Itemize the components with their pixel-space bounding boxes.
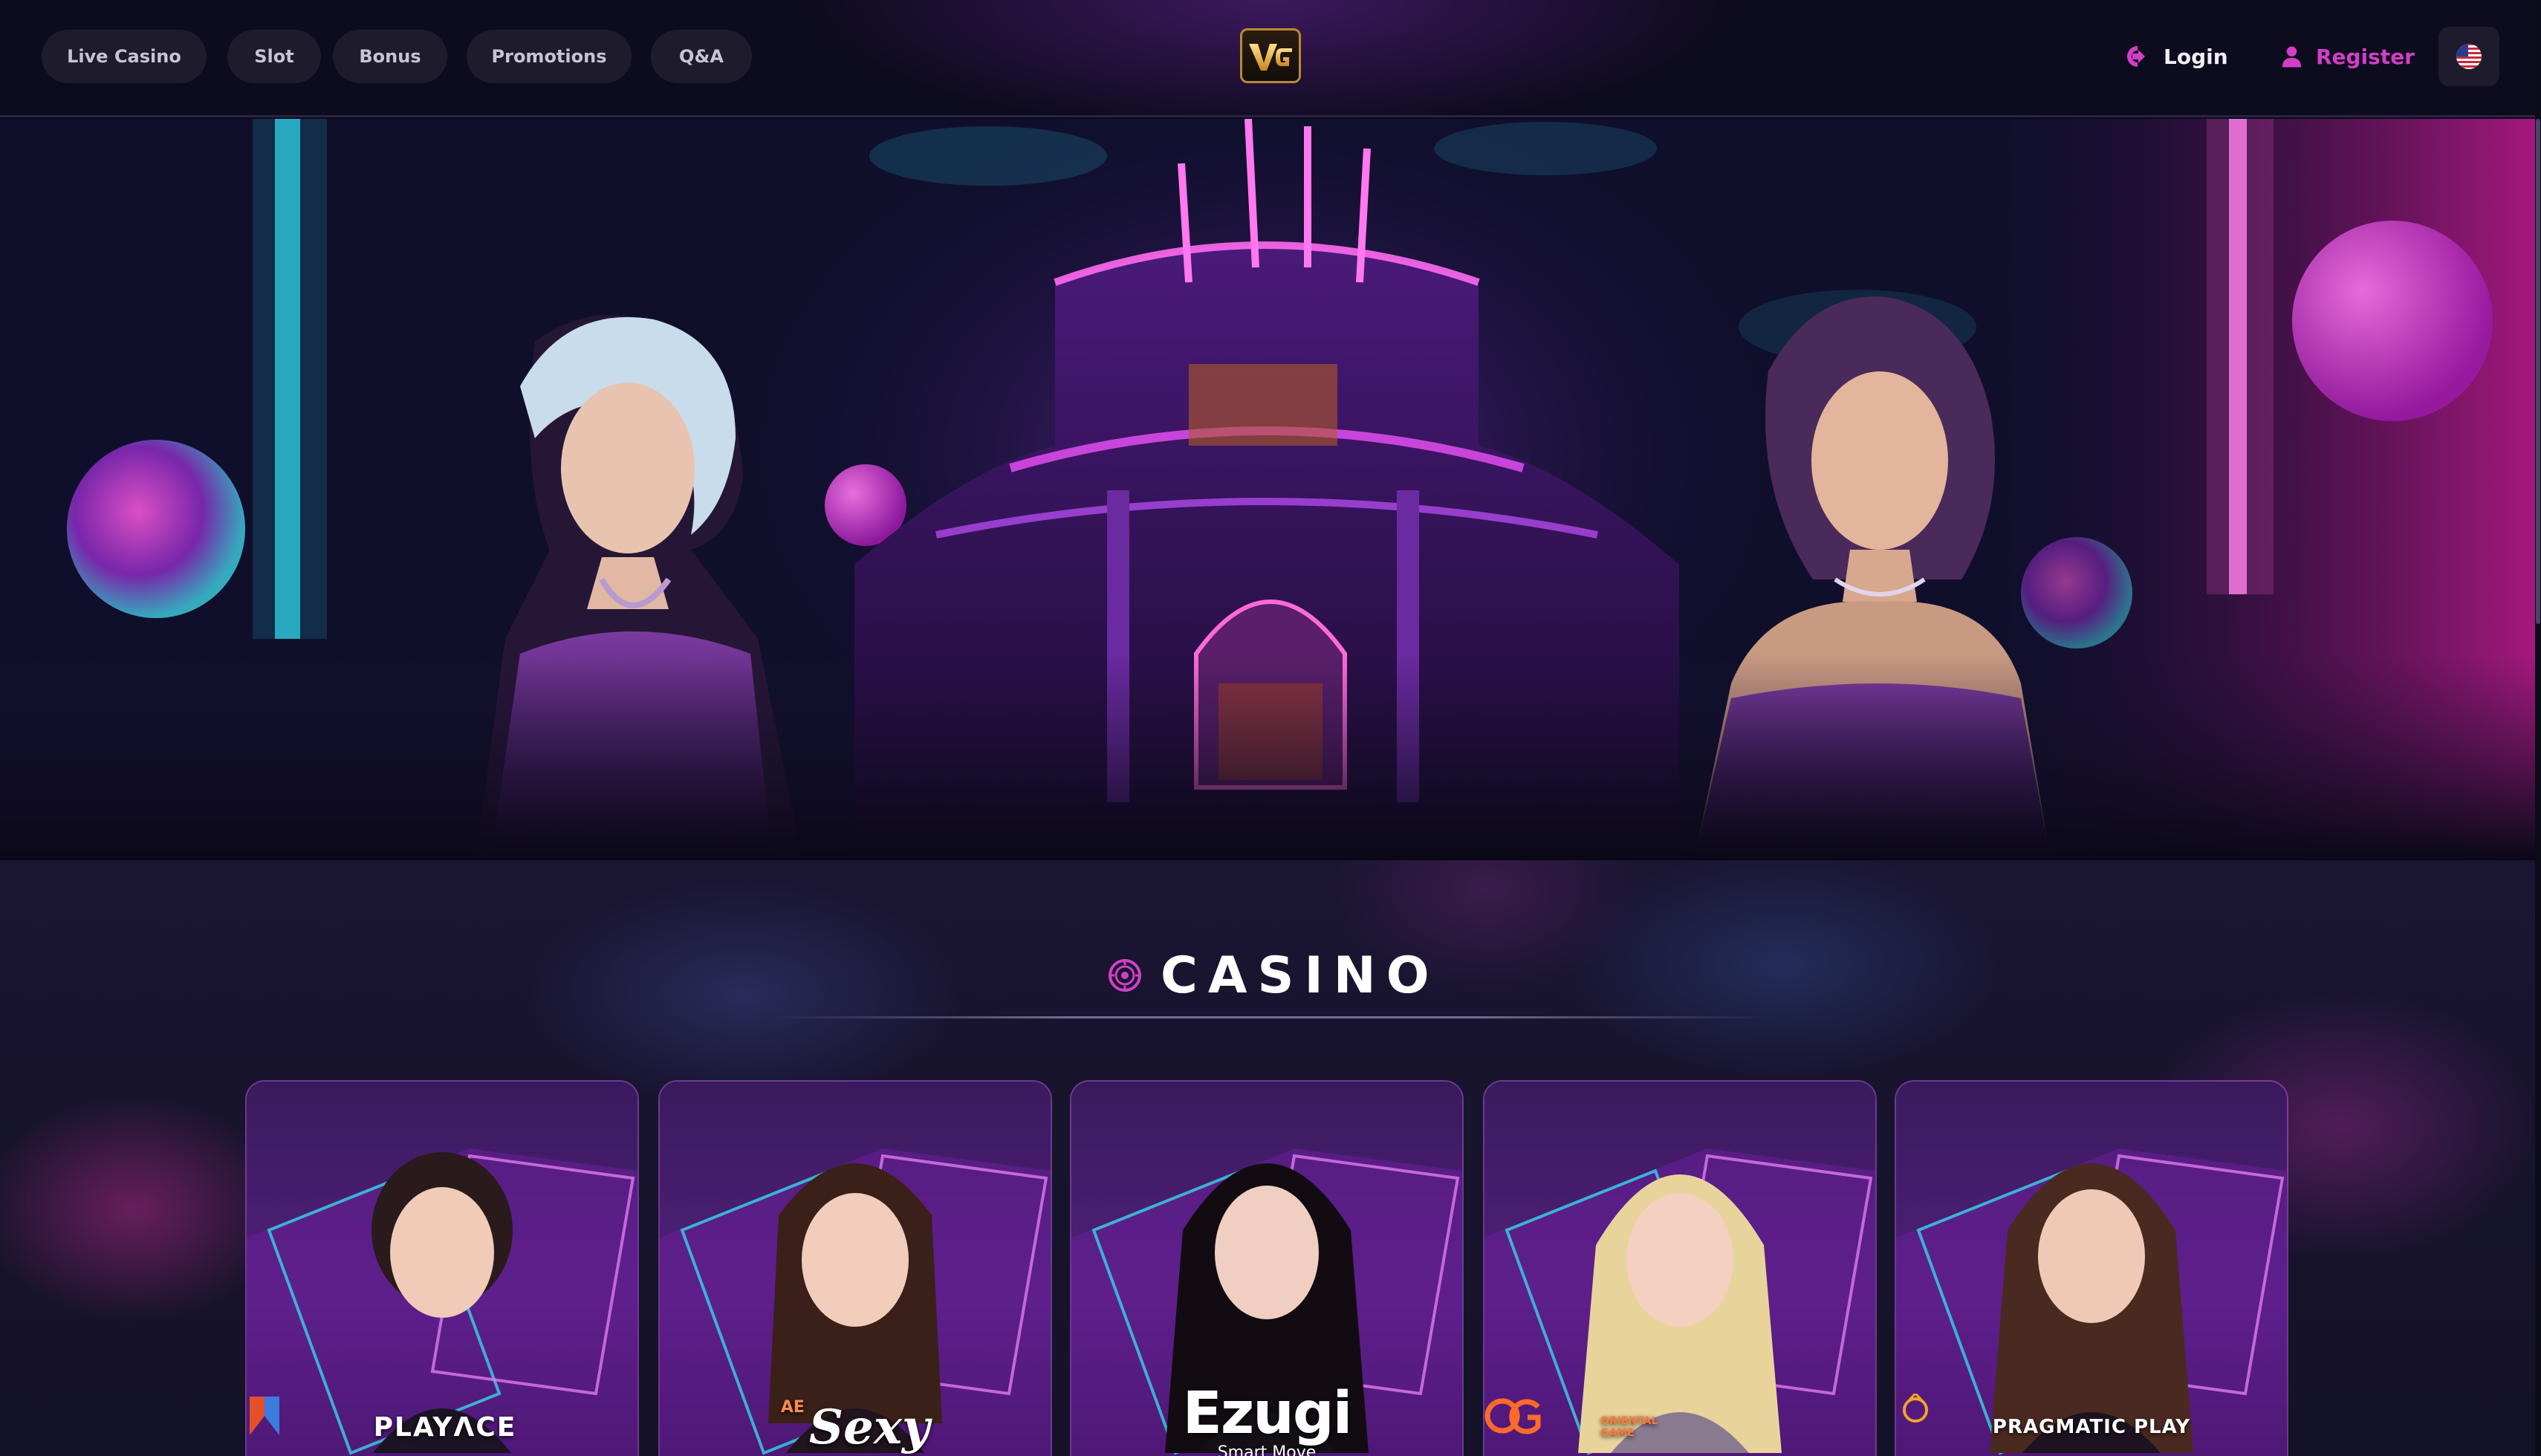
provider-card-oriental-game[interactable]: ORIENTAL GAME bbox=[1484, 1082, 1875, 1456]
section-heading: CASINO bbox=[1107, 935, 1440, 1016]
provider-card-pragmatic-play[interactable]: PRAGMATIC PLAY bbox=[1896, 1082, 2287, 1456]
us-flag-icon bbox=[2456, 44, 2482, 69]
scrollbar-thumb[interactable] bbox=[2536, 119, 2540, 624]
provider-logo-text: Ezugi bbox=[1182, 1380, 1353, 1447]
nav-promotions[interactable]: Promotions bbox=[467, 30, 632, 83]
casino-section: CASINO PLAYΛCE AE Sexy Ezugi Smart Move … bbox=[0, 860, 2535, 1456]
nav-slot[interactable]: Slot bbox=[227, 30, 321, 83]
site-logo[interactable] bbox=[1240, 28, 1301, 83]
oriental-game-logo-icon bbox=[1484, 1398, 1541, 1434]
register-label: Register bbox=[2315, 44, 2415, 69]
playace-logo-icon bbox=[250, 1397, 279, 1435]
login-button[interactable]: Login bbox=[2125, 33, 2244, 80]
language-selector[interactable] bbox=[2438, 27, 2499, 86]
provider-card-ae-sexy[interactable]: AE Sexy bbox=[660, 1082, 1051, 1456]
register-button[interactable]: Register bbox=[2281, 33, 2415, 80]
user-icon bbox=[2282, 46, 2302, 68]
nav-live-casino[interactable]: Live Casino bbox=[42, 30, 207, 83]
provider-card-playace[interactable]: PLAYΛCE bbox=[247, 1082, 637, 1456]
top-navbar: Live Casino Slot Bonus Promotions Q&A Lo… bbox=[0, 0, 2541, 117]
provider-logo: Ezugi Smart Move bbox=[1071, 1379, 1462, 1456]
provider-logo-text: PLAYΛCE bbox=[373, 1411, 517, 1443]
provider-tagline: Smart Move bbox=[1217, 1443, 1317, 1456]
provider-logo-tag: AE bbox=[780, 1398, 805, 1417]
provider-logo: PLAYΛCE bbox=[247, 1394, 637, 1456]
hero-image bbox=[0, 119, 2535, 860]
provider-logo: ORIENTAL GAME bbox=[1484, 1394, 1875, 1456]
provider-logo-text: PRAGMATIC PLAY bbox=[1992, 1416, 2191, 1438]
provider-logo-text: ORIENTAL GAME bbox=[1600, 1415, 1658, 1439]
section-title: CASINO bbox=[1161, 946, 1440, 1005]
title-divider bbox=[773, 1016, 1768, 1018]
nav-bonus[interactable]: Bonus bbox=[333, 30, 447, 83]
chip-icon bbox=[1109, 959, 1141, 992]
login-label: Login bbox=[2164, 44, 2228, 69]
login-icon bbox=[2127, 46, 2145, 67]
provider-logo-text: Sexy bbox=[808, 1399, 930, 1455]
provider-logo: AE Sexy bbox=[660, 1394, 1051, 1456]
pragmatic-play-logo-icon bbox=[1903, 1394, 1928, 1423]
hero-banner[interactable] bbox=[0, 119, 2535, 860]
nav-qa[interactable]: Q&A bbox=[651, 30, 752, 83]
vg-logo-icon bbox=[1249, 44, 1292, 71]
provider-logo: PRAGMATIC PLAY bbox=[1896, 1394, 2287, 1456]
provider-card-ezugi[interactable]: Ezugi Smart Move bbox=[1071, 1082, 1462, 1456]
page-scrollbar[interactable] bbox=[2535, 0, 2541, 1456]
